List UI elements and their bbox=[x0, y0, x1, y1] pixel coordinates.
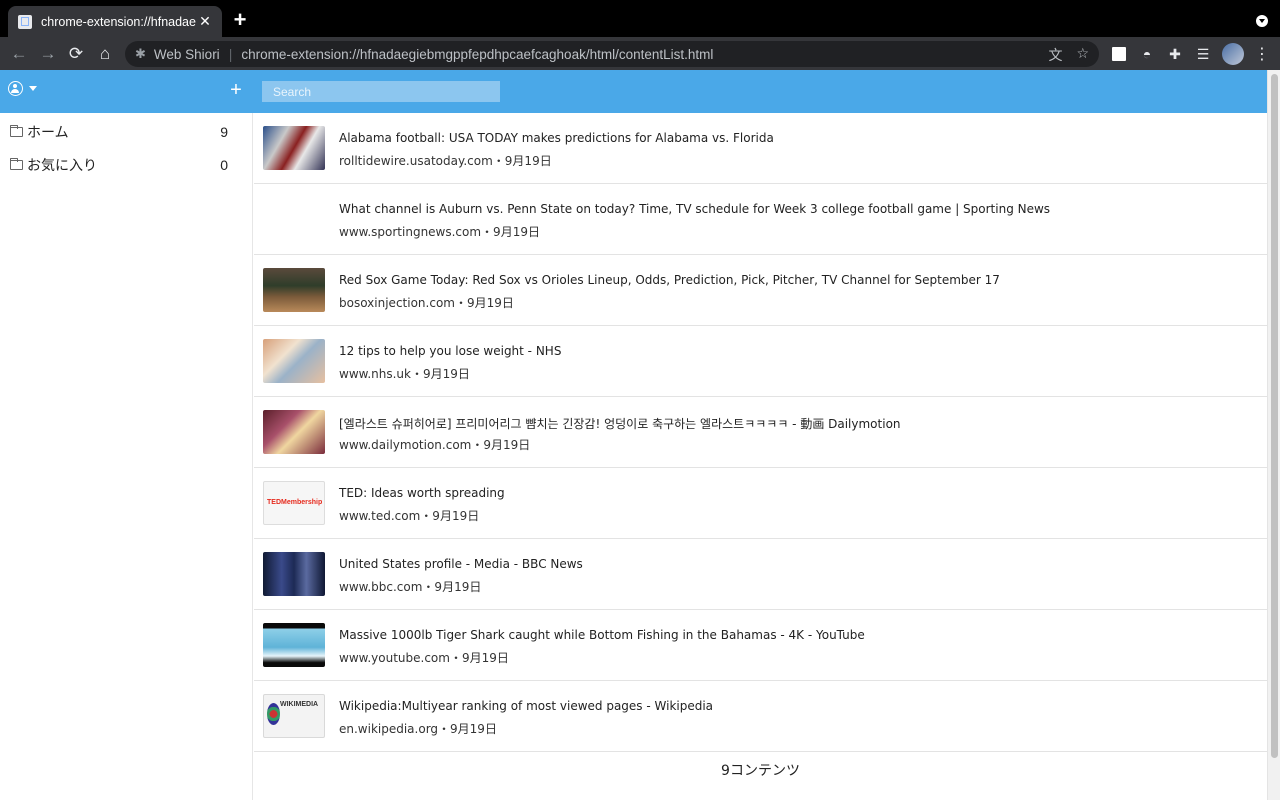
folder-icon bbox=[10, 158, 23, 170]
list-item[interactable]: Red Sox Game Today: Red Sox vs Orioles L… bbox=[254, 255, 1267, 326]
list-item[interactable]: WIKIMEDIA Wikipedia:Multiyear ranking of… bbox=[254, 681, 1267, 752]
item-title[interactable]: [엘라스트 슈퍼히어로] 프리미어리그 뺨치는 긴장감! 엉덩이로 축구하는 엘… bbox=[339, 415, 901, 432]
item-meta: www.dailymotion.com・9月19日 bbox=[339, 438, 531, 452]
new-tab-button[interactable]: + bbox=[229, 9, 251, 31]
wikimedia-logo-text: WIKIMEDIA bbox=[280, 701, 319, 708]
content-list: Alabama football: USA TODAY makes predic… bbox=[254, 113, 1267, 800]
user-account-icon[interactable] bbox=[8, 81, 23, 96]
list-item[interactable]: TEDMembership TED: Ideas worth spreading… bbox=[254, 468, 1267, 539]
app-header: + bbox=[0, 70, 1267, 113]
item-meta: www.sportingnews.com・9月19日 bbox=[339, 225, 540, 239]
tab-title: chrome-extension://hfnadaegiebmgppfepdhp… bbox=[41, 14, 196, 29]
browser-tab[interactable]: chrome-extension://hfnadaegiebmgppfepdhp… bbox=[8, 6, 222, 37]
scrollbar-thumb[interactable] bbox=[1271, 74, 1278, 758]
thumbnail-image bbox=[263, 623, 325, 667]
home-button[interactable]: ⌂ bbox=[94, 43, 116, 65]
forward-button[interactable]: → bbox=[37, 43, 59, 65]
folder-count: 0 bbox=[220, 156, 228, 173]
item-meta: www.nhs.uk・9月19日 bbox=[339, 367, 470, 381]
content-count: 9コンテンツ bbox=[721, 763, 800, 779]
tab-close-icon[interactable]: ✕ bbox=[196, 13, 214, 30]
scrollbar[interactable] bbox=[1267, 70, 1280, 800]
add-button[interactable]: + bbox=[226, 80, 246, 100]
reading-list-icon[interactable]: ☰ bbox=[1194, 45, 1212, 63]
sidebar: ホーム 9 お気に入り 0 bbox=[0, 113, 253, 800]
item-title[interactable]: Alabama football: USA TODAY makes predic… bbox=[339, 131, 774, 145]
item-title[interactable]: Red Sox Game Today: Red Sox vs Orioles L… bbox=[339, 273, 1000, 287]
list-item[interactable]: Massive 1000lb Tiger Shark caught while … bbox=[254, 610, 1267, 681]
list-item[interactable]: United States profile - Media - BBC News… bbox=[254, 539, 1267, 610]
item-title[interactable]: What channel is Auburn vs. Penn State on… bbox=[339, 202, 1050, 216]
extension-icon: ✱ bbox=[135, 46, 146, 61]
profile-avatar-icon[interactable] bbox=[1222, 43, 1244, 65]
browser-toolbar: ← → ⟳ ⌂ ✱ Web Shiori | chrome-extension:… bbox=[0, 37, 1280, 70]
ted-logo-thumbnail: TEDMembership bbox=[263, 481, 325, 525]
list-item[interactable]: What channel is Auburn vs. Penn State on… bbox=[254, 184, 1267, 255]
thumbnail-image bbox=[263, 268, 325, 312]
thumbnail-image bbox=[263, 552, 325, 596]
item-meta: bosoxinjection.com・9月19日 bbox=[339, 296, 514, 310]
sidebar-item-home[interactable]: ホーム 9 bbox=[0, 115, 253, 148]
reload-button[interactable]: ⟳ bbox=[65, 43, 87, 65]
item-meta: www.ted.com・9月19日 bbox=[339, 509, 480, 523]
thumbnail-image bbox=[263, 126, 325, 170]
list-item[interactable]: [엘라스트 슈퍼히어로] 프리미어리그 뺨치는 긴장감! 엉덩이로 축구하는 엘… bbox=[254, 397, 1267, 468]
item-title[interactable]: 12 tips to help you lose weight - NHS bbox=[339, 344, 561, 358]
item-meta: www.youtube.com・9月19日 bbox=[339, 651, 509, 665]
item-title[interactable]: Massive 1000lb Tiger Shark caught while … bbox=[339, 628, 865, 642]
folder-name: お気に入り bbox=[27, 157, 97, 174]
item-meta: www.bbc.com・9月19日 bbox=[339, 580, 482, 594]
wikimedia-logo-thumbnail: WIKIMEDIA bbox=[263, 694, 325, 738]
menu-dots-icon[interactable]: ⋮ bbox=[1254, 44, 1270, 64]
folder-count: 9 bbox=[220, 123, 228, 140]
tab-search-icon[interactable] bbox=[1256, 15, 1268, 27]
back-button[interactable]: ← bbox=[8, 43, 30, 65]
list-item[interactable]: 12 tips to help you lose weight - NHS ww… bbox=[254, 326, 1267, 397]
item-title[interactable]: United States profile - Media - BBC News bbox=[339, 557, 583, 571]
address-bar[interactable]: ✱ Web Shiori | chrome-extension://hfnada… bbox=[125, 41, 1099, 67]
ted-logo-text: TEDMembership bbox=[267, 499, 323, 506]
address-separator: | bbox=[228, 46, 233, 62]
page-favicon-icon bbox=[18, 14, 32, 29]
site-name: Web Shiori bbox=[153, 46, 220, 62]
extension-square-icon[interactable] bbox=[1112, 47, 1126, 61]
chevron-down-icon[interactable] bbox=[29, 86, 37, 91]
folder-name: ホーム bbox=[27, 124, 69, 141]
address-url[interactable]: chrome-extension://hfnadaegiebmgppfepdhp… bbox=[241, 47, 713, 62]
list-item[interactable]: Alabama football: USA TODAY makes predic… bbox=[254, 113, 1267, 184]
thumbnail-image bbox=[263, 410, 325, 454]
item-title[interactable]: TED: Ideas worth spreading bbox=[339, 486, 505, 500]
folder-icon bbox=[10, 125, 23, 137]
wikimedia-logo-icon bbox=[267, 703, 280, 725]
item-meta: en.wikipedia.org・9月19日 bbox=[339, 722, 497, 736]
search-input[interactable] bbox=[262, 81, 500, 102]
browser-tabstrip: chrome-extension://hfnadaegiebmgppfepdhp… bbox=[0, 0, 1280, 37]
item-meta: rolltidewire.usatoday.com・9月19日 bbox=[339, 154, 552, 168]
bookmark-star-icon[interactable]: ☆ bbox=[1076, 45, 1089, 65]
item-title[interactable]: Wikipedia:Multiyear ranking of most view… bbox=[339, 699, 713, 713]
puzzle-icon[interactable]: ✚ bbox=[1166, 45, 1184, 63]
translate-icon[interactable]: 文 bbox=[1048, 45, 1062, 65]
thumbnail-image bbox=[263, 339, 325, 383]
glasses-icon[interactable]: ◓ bbox=[1138, 45, 1156, 63]
sidebar-item-favorites[interactable]: お気に入り 0 bbox=[0, 148, 253, 181]
